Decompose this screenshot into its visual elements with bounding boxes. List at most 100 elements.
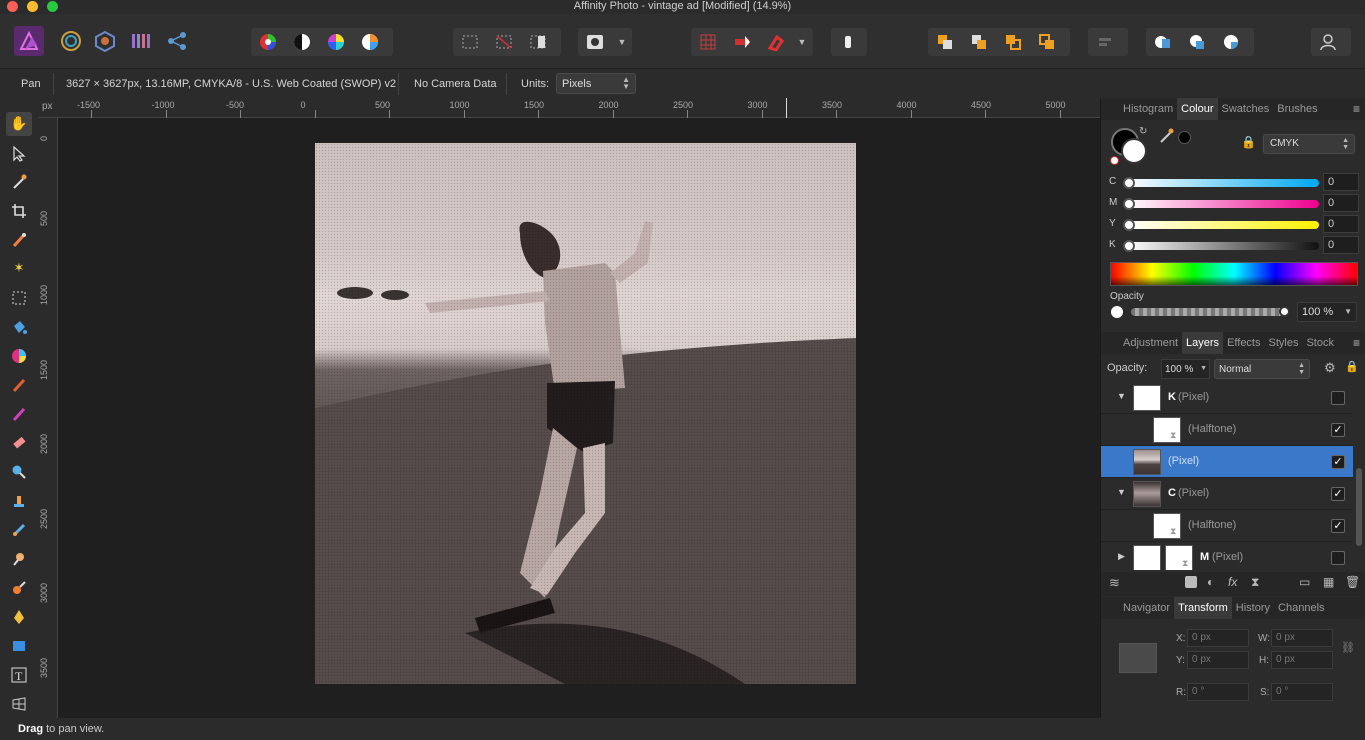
expand-arrow-icon[interactable]: ▶ xyxy=(1118,551,1125,562)
yellow-slider-track[interactable] xyxy=(1127,221,1319,229)
folder-icon[interactable]: ▭ xyxy=(1299,575,1310,589)
text-tool[interactable]: T xyxy=(6,663,32,687)
cyan-value-field[interactable]: 0 xyxy=(1323,173,1359,191)
tab-channels[interactable]: Channels xyxy=(1274,602,1328,614)
layer-row-halftone[interactable]: ⧗ (Halftone) ✓ xyxy=(1101,414,1353,446)
live-filter-icon[interactable]: ⧗ xyxy=(1251,575,1259,590)
black-slider-knob[interactable] xyxy=(1123,240,1135,252)
blend-mode-select[interactable]: Normal ▲ ▼ xyxy=(1214,359,1310,379)
opacity-slider-track[interactable] xyxy=(1131,308,1287,316)
add-boolean-button[interactable] xyxy=(1146,28,1180,56)
lock-icon[interactable]: 🔒 xyxy=(1241,135,1256,149)
tab-colour[interactable]: Colour xyxy=(1177,98,1218,120)
pen-tool[interactable] xyxy=(6,605,32,629)
layers-scrollbar[interactable] xyxy=(1356,468,1362,546)
y-field[interactable]: 0 px xyxy=(1187,651,1249,669)
selection-brush-tool[interactable] xyxy=(6,228,32,252)
tab-swatches[interactable]: Swatches xyxy=(1218,103,1274,115)
mask-layer-icon[interactable] xyxy=(1185,576,1197,588)
units-select[interactable]: Pixels ▲ ▼ xyxy=(556,73,636,94)
panel-menu-icon[interactable]: ≡ xyxy=(1353,336,1360,350)
hsl-button[interactable] xyxy=(319,28,353,56)
flood-select-tool[interactable]: ✶ xyxy=(6,256,32,280)
view-tool[interactable]: ✋ xyxy=(6,112,32,136)
no-colour-icon[interactable] xyxy=(1110,156,1119,165)
layer-visibility-checkbox[interactable]: ✓ xyxy=(1331,423,1345,437)
snapping-button[interactable] xyxy=(759,28,793,56)
move-back-button[interactable] xyxy=(962,28,996,56)
intersect-boolean-button[interactable] xyxy=(1214,28,1248,56)
tab-brushes[interactable]: Brushes xyxy=(1273,103,1321,115)
canvas-area[interactable] xyxy=(58,118,1100,718)
smudge-brush-tool[interactable] xyxy=(6,576,32,600)
tab-histogram[interactable]: Histogram xyxy=(1119,103,1177,115)
layer-row-pixel-selected[interactable]: (Pixel) ✓ xyxy=(1101,446,1353,478)
zoom-window-button[interactable] xyxy=(47,1,58,12)
lock-icon[interactable]: 🔒 xyxy=(1345,360,1359,373)
quick-mask-dropdown[interactable]: ▼ xyxy=(612,37,632,47)
picked-colour-swatch[interactable] xyxy=(1178,131,1191,144)
fill-colour-swatch[interactable] xyxy=(1121,138,1147,164)
force-pixel-alignment-button[interactable] xyxy=(725,28,759,56)
layer-visibility-checkbox[interactable]: ✓ xyxy=(1331,455,1345,469)
h-field[interactable]: 0 px xyxy=(1271,651,1333,669)
subtract-boolean-button[interactable] xyxy=(1180,28,1214,56)
layer-visibility-checkbox[interactable] xyxy=(1331,551,1345,565)
erase-brush-tool[interactable] xyxy=(6,431,32,455)
layer-row-c-pixel[interactable]: ▼ C (Pixel) ✓ xyxy=(1101,478,1353,510)
magenta-slider-knob[interactable] xyxy=(1123,198,1135,210)
yellow-value-field[interactable]: 0 xyxy=(1323,215,1359,233)
mesh-warp-tool[interactable] xyxy=(6,692,32,716)
layer-visibility-checkbox[interactable]: ✓ xyxy=(1331,487,1345,501)
white-balance-button[interactable] xyxy=(353,28,387,56)
eyedropper-icon[interactable] xyxy=(1158,128,1174,144)
link-icon[interactable]: ⛓ xyxy=(1341,641,1355,654)
tone-mapping-persona-button[interactable] xyxy=(130,30,154,54)
cyan-slider-knob[interactable] xyxy=(1123,177,1135,189)
gradient-tool[interactable] xyxy=(6,344,32,368)
layer-opacity-select[interactable]: 100 % ▼ xyxy=(1161,359,1210,379)
layers-stack-icon[interactable]: ≋ xyxy=(1109,575,1120,591)
close-window-button[interactable] xyxy=(7,1,18,12)
flood-fill-tool[interactable] xyxy=(6,315,32,339)
opacity-slider-knob[interactable] xyxy=(1279,306,1290,317)
shear-field[interactable]: 0 ° xyxy=(1271,683,1333,701)
photo-persona-button[interactable] xyxy=(14,26,44,56)
adjustment-icon[interactable]: ◐ xyxy=(1207,575,1214,589)
assistant-button[interactable] xyxy=(691,28,725,56)
colour-model-select[interactable]: CMYK ▲ ▼ xyxy=(1263,134,1355,154)
move-forward-button[interactable] xyxy=(996,28,1030,56)
develop-persona-button[interactable] xyxy=(94,30,118,54)
marquee-tool[interactable] xyxy=(6,286,32,310)
swap-colours-icon[interactable]: ↻ xyxy=(1139,126,1147,137)
snapping-dropdown[interactable]: ▼ xyxy=(793,37,811,47)
w-field[interactable]: 0 px xyxy=(1271,629,1333,647)
collapse-arrow-icon[interactable]: ▼ xyxy=(1117,391,1126,401)
invert-selection-button[interactable] xyxy=(521,28,555,56)
collapse-arrow-icon[interactable]: ▼ xyxy=(1117,487,1126,497)
black-slider-track[interactable] xyxy=(1127,242,1319,250)
gear-icon[interactable]: ⚙ xyxy=(1324,360,1336,376)
order-button[interactable] xyxy=(831,28,865,56)
layer-visibility-checkbox[interactable]: ✓ xyxy=(1331,519,1345,533)
cyan-slider-track[interactable] xyxy=(1127,179,1319,187)
liquify-persona-button[interactable] xyxy=(60,30,84,54)
tab-layers[interactable]: Layers xyxy=(1182,332,1224,354)
blur-brush-tool[interactable] xyxy=(6,460,32,484)
x-field[interactable]: 0 px xyxy=(1187,629,1249,647)
clone-brush-tool[interactable] xyxy=(6,489,32,513)
magenta-slider-track[interactable] xyxy=(1127,200,1319,208)
tab-stock[interactable]: Stock xyxy=(1302,337,1338,349)
spectrum-picker[interactable] xyxy=(1110,262,1358,286)
rectangle-tool[interactable] xyxy=(6,634,32,658)
magenta-value-field[interactable]: 0 xyxy=(1323,194,1359,212)
tab-styles[interactable]: Styles xyxy=(1265,337,1303,349)
panel-menu-icon[interactable]: ≡ xyxy=(1353,102,1360,116)
quick-mask-button[interactable] xyxy=(578,28,612,56)
document-canvas[interactable] xyxy=(315,143,856,684)
deselect-button[interactable] xyxy=(487,28,521,56)
layer-visibility-checkbox[interactable] xyxy=(1331,391,1345,405)
add-pixel-layer-icon[interactable]: ▦ xyxy=(1323,575,1334,589)
select-all-button[interactable] xyxy=(453,28,487,56)
account-button[interactable] xyxy=(1311,28,1345,56)
